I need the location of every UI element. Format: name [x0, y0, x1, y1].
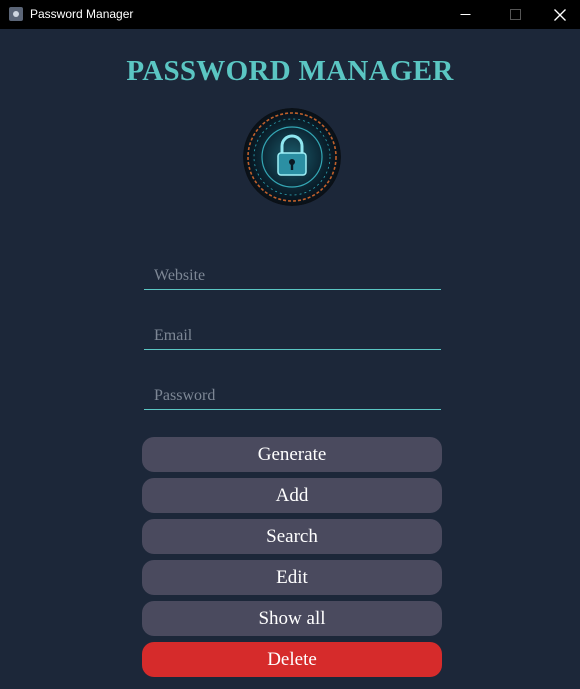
show-all-button[interactable]: Show all [142, 601, 442, 636]
maximize-icon [509, 9, 521, 20]
window-title: Password Manager [30, 7, 134, 21]
minimize-icon [460, 14, 470, 15]
password-field[interactable] [144, 382, 441, 410]
email-field[interactable] [144, 322, 441, 350]
window-titlebar: Password Manager [0, 0, 580, 29]
generate-button[interactable]: Generate [142, 437, 442, 472]
edit-button[interactable]: Edit [142, 560, 442, 595]
search-button[interactable]: Search [142, 519, 442, 554]
add-button[interactable]: Add [142, 478, 442, 513]
app-icon [9, 7, 23, 21]
minimize-button[interactable] [442, 0, 488, 29]
padlock-icon [243, 108, 341, 206]
close-icon [554, 8, 566, 21]
maximize-button[interactable] [492, 0, 538, 29]
page-title: PASSWORD MANAGER [126, 55, 454, 87]
website-field[interactable] [144, 262, 441, 290]
close-button[interactable] [537, 0, 580, 29]
delete-button[interactable]: Delete [142, 642, 442, 677]
